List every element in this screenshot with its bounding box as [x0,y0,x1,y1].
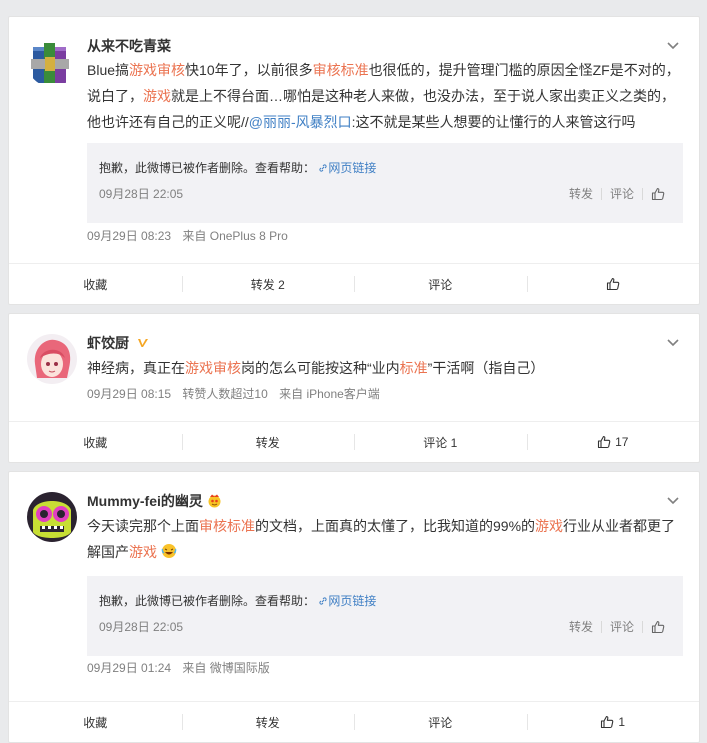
keyword-highlight: 游戏 [143,88,171,104]
favorite-label: 收藏 [83,435,108,450]
username-text: 虾饺厨 [87,335,129,351]
crown-face-icon [208,494,221,508]
green-monster-avatar [27,492,77,542]
laughing-emoji-icon [161,544,177,558]
quote-date: 09月28日 22:05 [99,620,184,634]
mention-link[interactable]: @丽丽-风暴烈口 [249,114,352,130]
deleted-text: 抱歉，此微博已被作者删除。查看帮助： [99,161,316,175]
quote-repost-button[interactable]: 转发 [569,185,593,202]
weibo-comment-card: 虾饺厨 神经病，真正在游戏审核岗的怎么可能按这种“业内标准”干活啊（指自己） 0… [8,313,700,463]
chevron-down-icon[interactable] [665,39,681,53]
help-link[interactable]: 网页链接 [328,594,376,608]
repost-label: 转发 [255,435,280,450]
text-segment: 的文档，上面真的太懂了，比我知道的99%的 [255,518,536,534]
comment-button[interactable]: 评论 1 [354,422,527,462]
like-count: 1 [618,715,626,729]
comment-text: 神经病，真正在游戏审核岗的怎么可能按这种“业内标准”干活啊（指自己） [87,355,681,381]
favorite-button[interactable]: 收藏 [9,264,182,304]
post-source: 来自 微博国际版 [182,661,270,675]
post-meta: 09月29日 01:24 来自 微博国际版 [87,659,278,676]
thumbs-up-icon[interactable] [651,620,665,634]
text-segment: 神经病，真正在 [87,360,185,376]
anime-girl-avatar [27,334,77,384]
quote-date: 09月28日 22:05 [99,187,184,201]
favorite-label: 收藏 [83,277,108,292]
comment-text: Blue搞游戏审核快10年了，以前很多审核标准也很低的，提升管理门槛的原因全怪Z… [87,57,681,135]
favorite-button[interactable]: 收藏 [9,422,182,462]
keyword-highlight: 审核标准 [312,62,369,78]
user-avatar[interactable] [27,37,77,87]
quote-repost-button[interactable]: 转发 [569,618,593,635]
quote-comment-button[interactable]: 评论 [610,618,634,635]
post-time[interactable]: 09月29日 08:15 [87,387,171,401]
repost-button[interactable]: 转发 [181,702,355,742]
comment-button[interactable]: 评论 [354,264,527,304]
deleted-text: 抱歉，此微博已被作者删除。查看帮助： [99,594,316,608]
like-button[interactable] [526,264,700,304]
post-meta: 09月29日 08:23 来自 OnePlus 8 Pro [87,227,296,244]
user-avatar[interactable] [27,492,77,542]
quoted-post: 抱歉，此微博已被作者删除。查看帮助： 网页链接 09月28日 22:05 转发 … [87,143,683,223]
keyword-highlight: 游戏审核 [129,62,186,78]
comment-label: 评论 [428,715,453,730]
winrar-books-avatar [27,37,77,87]
favorite-label: 收藏 [83,715,108,730]
keyword-highlight: 标准 [399,360,428,376]
quote-comment-button[interactable]: 评论 [610,185,634,202]
text-segment: :这不就是某些人想要的让懂行的人来管这行吗 [351,114,636,130]
text-segment: 快10年了，以前很多 [185,62,313,78]
thumbs-up-icon [598,435,611,449]
username-text: Mummy-fei的幽灵 [87,493,203,509]
keyword-highlight: 审核标准 [199,518,255,534]
post-source: 来自 iPhone客户端 [279,387,380,401]
keyword-highlight: 游戏 [535,518,564,534]
repost-button[interactable]: 转发 2 [181,264,355,304]
keyword-highlight: 游戏审核 [185,360,241,376]
quote-actions: 转发 评论 [569,618,665,635]
quote-actions: 转发 评论 [569,185,665,202]
quoted-post: 抱歉，此微博已被作者删除。查看帮助： 网页链接 09月28日 22:05 转发 … [87,576,683,656]
text-segment: 今天读完那个上面 [87,518,199,534]
like-button[interactable]: 17 [526,422,700,462]
text-segment: 岗的怎么可能按这种“业内 [241,360,400,376]
thumbs-up-icon [606,277,620,291]
link-icon [319,164,327,172]
deleted-notice: 抱歉，此微博已被作者删除。查看帮助： 网页链接 [99,159,376,176]
comment-label: 评论 1 [423,435,458,450]
like-count: 17 [615,435,629,449]
comment-label: 评论 [428,277,453,292]
post-time[interactable]: 09月29日 01:24 [87,661,171,675]
repost-note: 转赞人数超过10 [182,387,268,401]
weibo-comment-card: Mummy-fei的幽灵 今天读完那个上面审核标准的文档，上面真的太懂了，比我知… [8,471,700,743]
post-source: 来自 OnePlus 8 Pro [182,229,288,243]
action-bar: 收藏 转发 2 评论 [9,263,699,304]
chevron-down-icon[interactable] [665,336,681,350]
deleted-notice: 抱歉，此微博已被作者删除。查看帮助： 网页链接 [99,592,376,609]
link-icon [319,597,327,605]
thumbs-up-icon [601,715,614,729]
text-segment: Blue搞 [87,62,130,78]
keyword-highlight: 游戏 [129,544,157,560]
username[interactable]: 虾饺厨 [87,333,150,353]
weibo-comment-card: 从来不吃青菜 Blue搞游戏审核快10年了，以前很多审核标准也很低的，提升管理门… [8,16,700,305]
help-link[interactable]: 网页链接 [328,161,376,175]
like-button[interactable]: 1 [526,702,700,742]
repost-label: 转发 [255,715,280,730]
post-meta: 09月29日 08:15 转赞人数超过10 来自 iPhone客户端 [87,385,388,402]
chevron-down-icon[interactable] [665,494,681,508]
user-avatar[interactable] [27,334,77,384]
comment-button[interactable]: 评论 [354,702,527,742]
username[interactable]: Mummy-fei的幽灵 [87,491,222,511]
post-time[interactable]: 09月29日 08:23 [87,229,171,243]
comment-text: 今天读完那个上面审核标准的文档，上面真的太懂了，比我知道的99%的游戏行业从业者… [87,513,681,565]
thumbs-up-icon[interactable] [651,187,665,201]
repost-label: 转发 2 [250,277,285,292]
verified-badge-icon [137,339,148,347]
username[interactable]: 从来不吃青菜 [87,36,171,56]
text-segment: ”干活啊（指自己） [427,360,545,376]
favorite-button[interactable]: 收藏 [9,702,182,742]
action-bar: 收藏 转发 评论 1 17 [9,421,699,462]
repost-button[interactable]: 转发 [181,422,355,462]
action-bar: 收藏 转发 评论 1 [9,701,699,742]
